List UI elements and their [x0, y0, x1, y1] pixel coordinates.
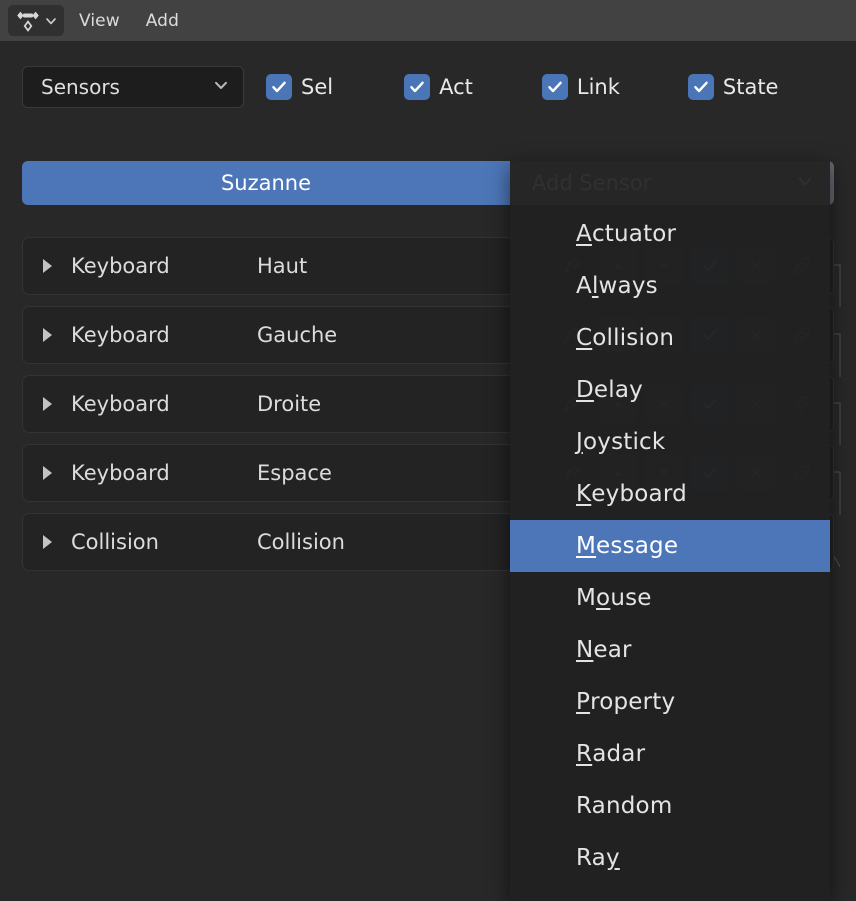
triangle-right-icon[interactable]	[23, 533, 71, 551]
menu-view[interactable]: View	[68, 8, 131, 34]
toggle-state-label: State	[722, 75, 779, 99]
sensor-type: Keyboard	[71, 254, 170, 278]
toggle-link[interactable]: Link	[541, 74, 620, 100]
add-sensor-dropdown-menu: Actuator Al ways Collision Delay Joystick…	[510, 161, 830, 901]
toggle-link-label: Link	[576, 75, 620, 99]
logic-editor-icon	[15, 9, 41, 33]
sensor-name: Collision	[257, 530, 345, 554]
menu-item-random[interactable]: Random	[510, 780, 830, 832]
triangle-right-icon[interactable]	[23, 257, 71, 275]
checkmark-icon	[404, 74, 431, 100]
sensor-type: Keyboard	[71, 392, 170, 416]
triangle-right-icon[interactable]	[23, 326, 71, 344]
logic-editor-panel: Sensors Sel Act Link State Suzanne Keybo…	[0, 41, 856, 901]
sensor-type: Collision	[71, 530, 159, 554]
toggle-state[interactable]: State	[687, 74, 779, 100]
menu-item-mouse[interactable]: Mo use	[510, 572, 830, 624]
menu-item-always[interactable]: Al ways	[510, 260, 830, 312]
toggle-act[interactable]: Act	[404, 74, 473, 100]
menu-item-joystick[interactable]: Joystick	[510, 416, 830, 468]
chevron-down-icon	[44, 14, 58, 28]
checkmark-icon	[541, 74, 568, 100]
chevron-down-icon	[211, 75, 231, 99]
menu-item-message[interactable]: Message	[510, 520, 830, 572]
editor-header-bar: View Add	[0, 0, 856, 41]
object-name-button[interactable]: Suzanne	[22, 161, 510, 205]
menu-item-keyboard[interactable]: Keyboard	[510, 468, 830, 520]
toggle-act-label: Act	[439, 75, 473, 99]
menu-item-ray[interactable]: Ra y	[510, 832, 830, 884]
toggle-sel[interactable]: Sel	[266, 74, 333, 100]
sensor-type: Keyboard	[71, 461, 170, 485]
sensor-name: Espace	[257, 461, 332, 485]
triangle-right-icon[interactable]	[23, 464, 71, 482]
logic-type-select-value: Sensors	[41, 75, 120, 99]
checkmark-icon	[687, 74, 714, 100]
menu-add[interactable]: Add	[135, 8, 190, 34]
menu-item-delay[interactable]: Delay	[510, 364, 830, 416]
menu-item-collision[interactable]: Collision	[510, 312, 830, 364]
editor-type-selector[interactable]	[8, 5, 64, 36]
sensor-name: Droite	[257, 392, 322, 416]
sensor-name: Gauche	[257, 323, 338, 347]
toggle-sel-label: Sel	[301, 75, 334, 99]
triangle-right-icon[interactable]	[23, 395, 71, 413]
checkmark-icon	[266, 74, 292, 100]
menu-item-radar[interactable]: Radar	[510, 728, 830, 780]
filter-toolbar: Sensors Sel Act Link State	[22, 65, 856, 109]
sensor-name: Haut	[257, 254, 308, 278]
logic-type-select[interactable]: Sensors	[22, 66, 244, 108]
menu-item-near[interactable]: Near	[510, 624, 830, 676]
menu-item-property[interactable]: Property	[510, 676, 830, 728]
menu-item-actuator[interactable]: Actuator	[510, 208, 830, 260]
sensor-type: Keyboard	[71, 323, 170, 347]
